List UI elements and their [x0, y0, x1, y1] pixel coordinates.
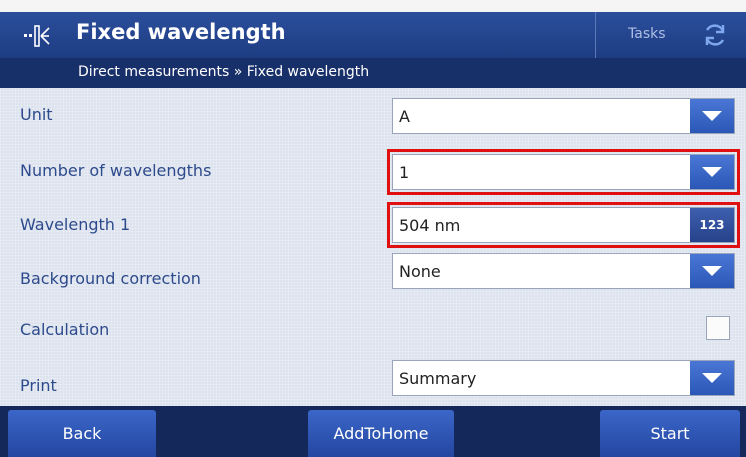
- fixed-wavelength-screen: Fixed wavelength Tasks Direct measuremen…: [0, 0, 746, 457]
- unit-row: Unit A: [0, 88, 746, 142]
- print-label: Print: [20, 376, 57, 395]
- number-of-wavelengths-row: Number of wavelengths 1: [0, 144, 746, 198]
- start-button[interactable]: Start: [600, 410, 740, 457]
- number-of-wavelengths-dropdown-button[interactable]: [690, 155, 734, 189]
- header-bar: Fixed wavelength Tasks: [0, 12, 746, 58]
- numeric-keypad-button[interactable]: 123: [690, 208, 734, 242]
- footer-bar: Back AddToHome Start: [0, 406, 746, 457]
- chevron-down-icon: [702, 167, 722, 177]
- back-button[interactable]: Back: [8, 410, 156, 457]
- breadcrumb: Direct measurements » Fixed wavelength: [78, 64, 370, 80]
- number-of-wavelengths-label: Number of wavelengths: [20, 161, 212, 180]
- unit-dropdown[interactable]: A: [392, 98, 735, 134]
- calculation-checkbox[interactable]: [706, 316, 730, 340]
- wavelength-1-input[interactable]: 504 nm 123: [387, 202, 740, 248]
- wavelength-app-icon: [24, 25, 50, 47]
- breadcrumb-bar: Direct measurements » Fixed wavelength: [0, 58, 746, 88]
- print-value: Summary: [399, 369, 477, 388]
- chevron-down-icon: [702, 111, 722, 121]
- unit-label: Unit: [20, 105, 53, 124]
- unit-dropdown-button[interactable]: [690, 99, 734, 133]
- number-of-wavelengths-dropdown[interactable]: 1: [387, 149, 740, 195]
- settings-list: Unit A Number of wavelengths 1 Wavelengt…: [0, 88, 746, 406]
- page-title: Fixed wavelength: [76, 20, 286, 44]
- number-of-wavelengths-value: 1: [399, 163, 410, 182]
- background-correction-dropdown-button[interactable]: [690, 254, 734, 288]
- refresh-icon: [705, 24, 725, 46]
- wavelength-1-label: Wavelength 1: [20, 215, 131, 234]
- background-correction-value: None: [399, 262, 441, 281]
- background-correction-row: Background correction None: [0, 252, 746, 306]
- calculation-label: Calculation: [20, 320, 110, 339]
- print-row: Print Summary: [0, 352, 746, 406]
- tasks-label: Tasks: [628, 26, 666, 42]
- chevron-down-icon: [702, 266, 722, 276]
- tasks-button[interactable]: Tasks: [595, 12, 741, 58]
- print-dropdown[interactable]: Summary: [392, 360, 735, 396]
- chevron-down-icon: [702, 373, 722, 383]
- background-correction-dropdown[interactable]: None: [392, 253, 735, 289]
- background-correction-label: Background correction: [20, 269, 201, 288]
- add-to-home-button[interactable]: AddToHome: [308, 410, 454, 457]
- top-cutoff-strip: [0, 0, 746, 12]
- unit-value: A: [399, 107, 410, 126]
- wavelength-1-row: Wavelength 1 504 nm 123: [0, 198, 746, 252]
- print-dropdown-button[interactable]: [690, 361, 734, 395]
- wavelength-1-value: 504 nm: [399, 216, 461, 235]
